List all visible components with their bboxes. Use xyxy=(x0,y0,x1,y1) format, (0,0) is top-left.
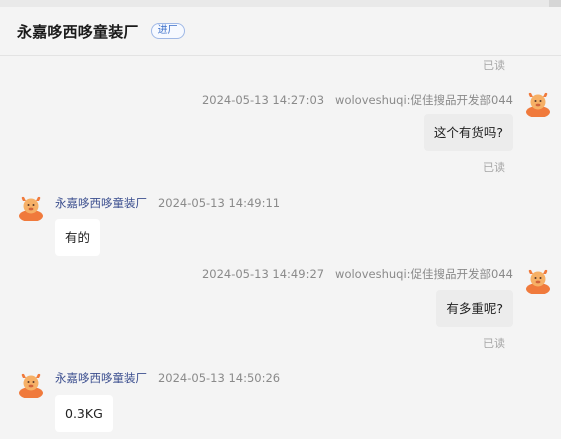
chat-title: 永嘉哆西哆童装厂 xyxy=(17,22,139,41)
chat-header: 永嘉哆西哆童装厂 进厂 xyxy=(0,7,561,56)
read-receipt: 已读 xyxy=(483,337,505,350)
message-sender[interactable]: 永嘉哆西哆童装厂 xyxy=(55,371,147,385)
enter-factory-badge[interactable]: 进厂 xyxy=(150,23,185,39)
message-bubble[interactable]: 有的 xyxy=(55,219,101,256)
message-bubble[interactable]: 有多重呢? xyxy=(436,290,513,327)
message-meta: 2024-05-13 14:27:03 woloveshuqi:促佳搜品开发部0… xyxy=(202,92,513,108)
message-sender: woloveshuqi:促佳搜品开发部044 xyxy=(335,267,513,281)
avatar-icon[interactable] xyxy=(524,266,552,294)
read-receipt: 已读 xyxy=(483,59,505,72)
message-meta: 永嘉哆西哆童装厂 2024-05-13 14:50:26 xyxy=(55,370,280,386)
avatar-icon[interactable] xyxy=(524,89,552,117)
message-meta: 2024-05-13 14:49:27 woloveshuqi:促佳搜品开发部0… xyxy=(202,266,513,282)
message-sender[interactable]: 永嘉哆西哆童装厂 xyxy=(55,196,147,210)
scrollbar-thumb[interactable] xyxy=(549,0,561,7)
message-timestamp: 2024-05-13 14:50:26 xyxy=(157,371,281,385)
message-bubble[interactable]: 0.3KG xyxy=(55,395,113,432)
message-bubble[interactable]: 这个有货吗? xyxy=(423,114,513,151)
message-meta: 永嘉哆西哆童装厂 2024-05-13 14:49:11 xyxy=(55,195,280,211)
message-timestamp: 2024-05-13 14:49:11 xyxy=(157,196,281,210)
message-list[interactable]: 已读 2024-05-13 14:27:03 woloveshuqi:促佳搜品开… xyxy=(0,57,561,439)
message-sender: woloveshuqi:促佳搜品开发部044 xyxy=(335,93,513,107)
message-timestamp: 2024-05-13 14:27:03 xyxy=(201,93,325,107)
read-receipt: 已读 xyxy=(483,161,505,174)
message-timestamp: 2024-05-13 14:49:27 xyxy=(201,267,325,281)
window-top-strip xyxy=(0,0,561,7)
avatar-icon[interactable] xyxy=(17,370,45,398)
avatar-icon[interactable] xyxy=(17,193,45,221)
